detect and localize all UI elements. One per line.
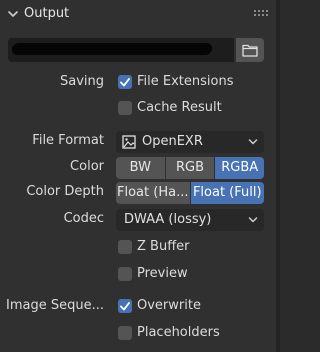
- color-label: Color: [70, 159, 104, 174]
- color-mode-selector: BW RGB RGBA: [116, 157, 265, 179]
- folder-icon: [242, 44, 258, 57]
- preview-label[interactable]: Preview: [137, 266, 188, 281]
- output-path-row: [8, 38, 264, 62]
- checkmark-icon: [120, 302, 130, 311]
- codec-value: DWAA (lossy): [124, 212, 212, 227]
- file-format-dropdown[interactable]: OpenEXR: [116, 131, 264, 153]
- placeholders-checkbox[interactable]: [118, 326, 132, 340]
- cache-result-checkbox[interactable]: [118, 101, 132, 115]
- codec-label: Codec: [63, 211, 104, 226]
- file-extensions-checkbox[interactable]: [118, 75, 132, 89]
- overwrite-checkbox[interactable]: [118, 299, 132, 313]
- panel-header[interactable]: Output: [0, 0, 276, 30]
- saving-label: Saving: [59, 74, 104, 89]
- color-option-bw[interactable]: BW: [116, 157, 165, 179]
- chevron-down-icon: [248, 217, 258, 223]
- z-buffer-checkbox[interactable]: [118, 240, 132, 254]
- z-buffer-label[interactable]: Z Buffer: [137, 239, 190, 254]
- file-format-label: File Format: [32, 133, 104, 148]
- image-sequence-label: Image Seque...: [6, 298, 104, 313]
- redacted-path: [11, 43, 213, 55]
- chevron-down-icon[interactable]: [7, 8, 19, 20]
- preview-checkbox[interactable]: [118, 267, 132, 281]
- color-depth-label: Color Depth: [26, 184, 104, 199]
- color-option-rgba[interactable]: RGBA: [215, 157, 265, 179]
- color-depth-option-half[interactable]: Float (Ha...: [116, 182, 190, 204]
- scrollbar[interactable]: [276, 0, 280, 352]
- color-depth-selector: Float (Ha... Float (Full): [116, 182, 264, 204]
- output-path-field[interactable]: [8, 38, 234, 62]
- color-option-rgb[interactable]: RGB: [165, 157, 215, 179]
- checkmark-icon: [120, 78, 130, 87]
- cache-result-label[interactable]: Cache Result: [137, 100, 222, 115]
- panel-title: Output: [24, 6, 70, 21]
- output-panel: Output Saving File Extensions Cache Resu…: [0, 0, 276, 352]
- codec-dropdown[interactable]: DWAA (lossy): [116, 209, 264, 231]
- drag-handle-icon[interactable]: [254, 10, 268, 18]
- overwrite-label[interactable]: Overwrite: [137, 298, 201, 313]
- file-extensions-label[interactable]: File Extensions: [137, 74, 233, 89]
- browse-folder-button[interactable]: [236, 38, 264, 62]
- color-depth-option-full[interactable]: Float (Full): [190, 182, 264, 204]
- image-icon: [122, 135, 136, 149]
- file-format-value: OpenEXR: [142, 134, 203, 149]
- placeholders-label[interactable]: Placeholders: [137, 325, 220, 340]
- chevron-down-icon: [248, 139, 258, 145]
